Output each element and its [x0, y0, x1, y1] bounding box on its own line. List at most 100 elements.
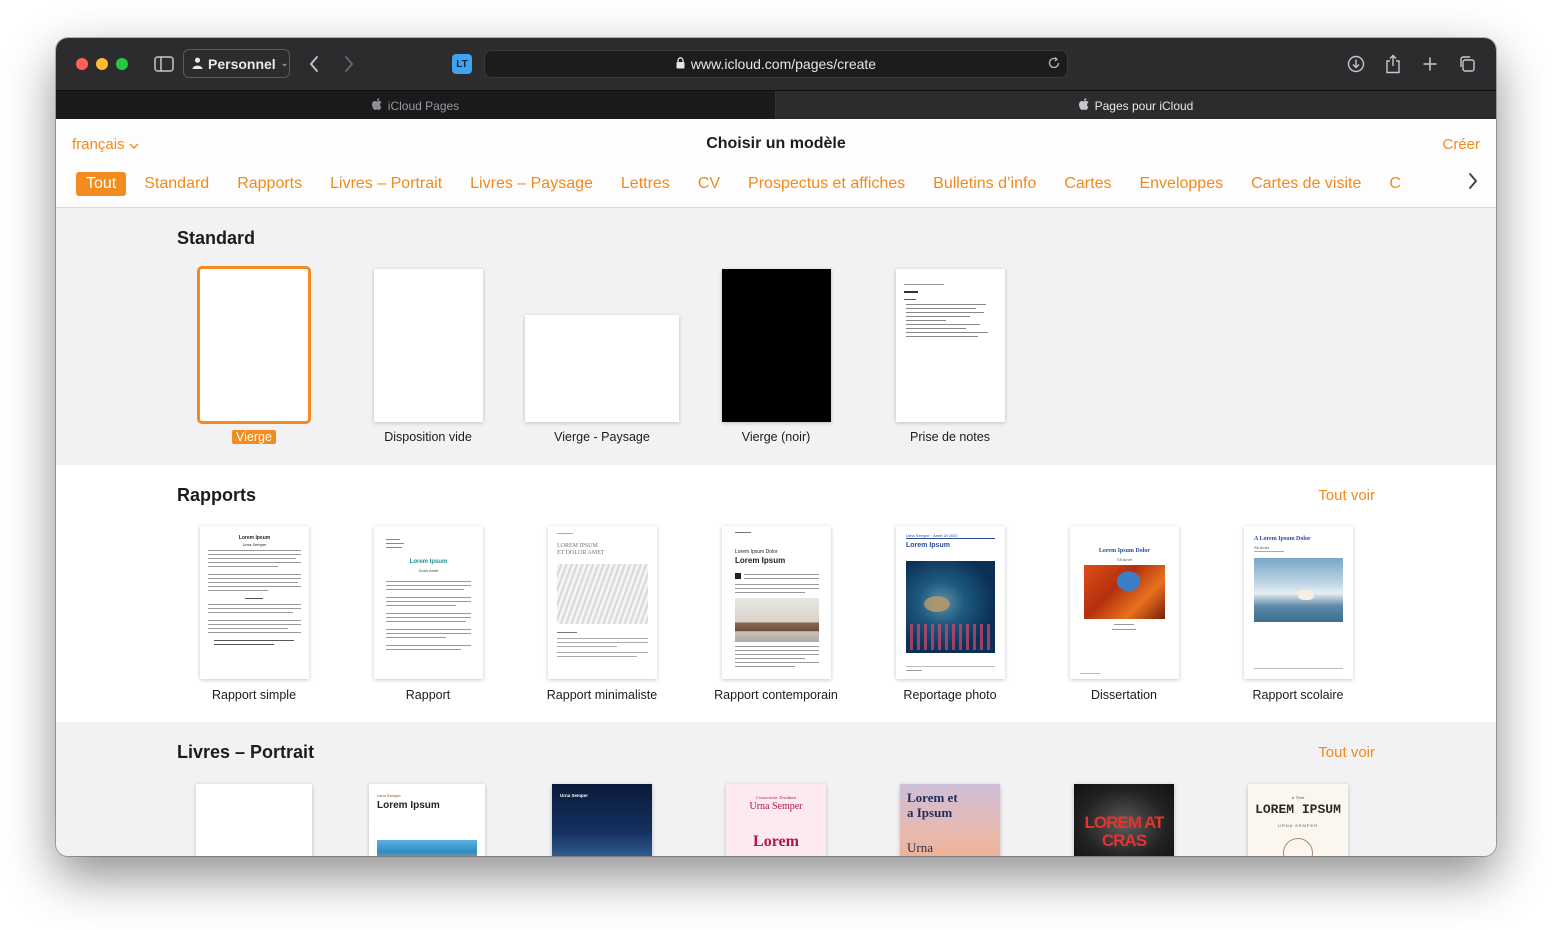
template-disposition-vide-thumbnail[interactable] [374, 269, 483, 422]
chevron-right-icon[interactable] [1468, 173, 1478, 194]
tab-overview-icon[interactable] [1456, 52, 1478, 76]
category-tab-enveloppes[interactable]: Enveloppes [1129, 172, 1233, 196]
profile-switcher[interactable]: Personnel ⌄ [183, 49, 290, 78]
category-tab-cv[interactable]: CV [688, 172, 730, 196]
share-icon[interactable] [1382, 52, 1404, 76]
template-label: Prise de notes [910, 430, 990, 444]
thumb-title: LOREM IPSUM [1255, 802, 1341, 817]
new-tab-icon[interactable] [1419, 52, 1441, 76]
close-window-button[interactable] [76, 58, 88, 70]
downloads-icon[interactable] [1345, 52, 1367, 76]
section-title: Livres – Portrait [177, 742, 315, 762]
category-tab-truncated[interactable]: C [1379, 172, 1411, 196]
template-label: Vierge - Paysage [554, 430, 650, 444]
thumb-title: Urna Semper [560, 793, 589, 798]
template-label: Disposition vide [384, 430, 472, 444]
template-reportage-photo-thumbnail[interactable]: Urna Semper · Amet Ut 2020 Lorem Ipsum [896, 526, 1005, 679]
see-all-rapports-link[interactable]: Tout voir [1318, 487, 1375, 504]
thumb-title: LOREM AT CRAS [1084, 813, 1165, 850]
book-template-1-thumbnail[interactable] [196, 784, 312, 856]
template-vierge-noir-thumbnail[interactable] [722, 269, 831, 422]
template-label: Rapport simple [211, 688, 297, 702]
book-template-4-thumbnail[interactable]: Consectetur Tincidunt Urna Semper Lorem [726, 784, 826, 856]
sidebar-toggle-icon[interactable] [152, 52, 176, 76]
reload-icon[interactable] [1047, 56, 1061, 73]
thumb-subtitle: Sit Amet [1254, 545, 1269, 550]
book-template-5-thumbnail[interactable]: Lorem et a Ipsum Urna [900, 784, 1000, 856]
template-label: Vierge [232, 430, 276, 444]
template-rapport-minimaliste-thumbnail[interactable]: LOREM IPSUM ET DOLOR AMET [548, 526, 657, 679]
template-label: Dissertation [1091, 688, 1157, 702]
tab-pages-pour-icloud[interactable]: Pages pour iCloud [776, 91, 1496, 120]
thumb-kicker: A Time [1291, 795, 1305, 800]
category-tabs: Tout Standard Rapports Livres – Portrait… [76, 171, 1456, 197]
thumb-subtitle: Dolor Amet [418, 568, 439, 573]
living-room-image [735, 598, 819, 642]
page-title: Choisir un modèle [706, 135, 846, 152]
thumb-big-title: Lorem [753, 833, 799, 850]
book-template-6-thumbnail[interactable]: LOREM AT CRAS [1074, 784, 1174, 856]
category-tab-rapports[interactable]: Rapports [227, 172, 312, 196]
template-rapport-thumbnail[interactable]: Lorem Ipsum Dolor Amet [374, 526, 483, 679]
lock-icon [676, 56, 685, 72]
tab-bar: iCloud Pages Pages pour iCloud [56, 90, 1496, 120]
template-vierge-thumbnail[interactable] [197, 266, 311, 424]
book-template-7-thumbnail[interactable]: A Time LOREM IPSUM URNA SEMPER [1248, 784, 1348, 856]
beach-image [377, 840, 477, 856]
category-tab-prospectus[interactable]: Prospectus et affiches [738, 172, 915, 196]
template-label: Rapport contemporain [714, 688, 838, 702]
book-template-2-thumbnail[interactable]: Urna Semper Lorem Ipsum [369, 784, 485, 856]
book-template-3-thumbnail[interactable]: Urna Semper [552, 784, 652, 856]
zoom-window-button[interactable] [116, 58, 128, 70]
profile-label: Personnel [208, 55, 276, 72]
category-tab-tout[interactable]: Tout [76, 172, 127, 196]
back-icon[interactable] [304, 52, 324, 76]
category-tab-cartes-de-visite[interactable]: Cartes de visite [1241, 172, 1371, 196]
tab-label: Pages pour iCloud [1094, 98, 1194, 113]
category-tab-cartes[interactable]: Cartes [1054, 172, 1121, 196]
template-rapport-scolaire-thumbnail[interactable]: A Lorem Ipsum Dolor Sit Amet [1244, 526, 1353, 679]
thumb-title: Urna Semper [749, 801, 803, 812]
tab-icloud-pages[interactable]: iCloud Pages [56, 91, 776, 120]
template-gallery: Standard Vierge Disposition vide Vierge … [56, 208, 1496, 856]
minimize-window-button[interactable] [96, 58, 108, 70]
thumb-title: A Lorem Ipsum Dolor [1254, 536, 1311, 542]
languagetool-extension-icon[interactable]: LT [452, 54, 472, 74]
create-button[interactable]: Créer [1442, 136, 1480, 153]
template-vierge-paysage-thumbnail[interactable] [525, 315, 679, 422]
person-icon [192, 56, 203, 72]
thumb-subtitle: Lorem Ipsum Dolor [735, 549, 778, 555]
thumb-kicker: Consectetur Tincidunt [756, 795, 796, 800]
browser-window: Personnel ⌄ LT www.icloud.com/pages/crea… [56, 38, 1496, 856]
forward-icon[interactable] [339, 52, 359, 76]
template-dissertation-thumbnail[interactable]: Lorem Ipsum Dolor Sit Amet [1070, 526, 1179, 679]
polar-bear-image [1254, 558, 1343, 622]
section-title: Standard [177, 228, 256, 248]
apple-icon [1078, 98, 1089, 113]
thumb-subtitle: Urna Semper [242, 542, 267, 547]
chevron-down-icon: ⌄ [280, 58, 289, 68]
category-tab-standard[interactable]: Standard [134, 172, 219, 196]
address-bar[interactable]: www.icloud.com/pages/create [484, 50, 1068, 78]
url-text: www.icloud.com/pages/create [690, 56, 877, 72]
see-all-livres-link[interactable]: Tout voir [1318, 744, 1375, 761]
category-tab-livres-portrait[interactable]: Livres – Portrait [320, 172, 452, 196]
thumb-kicker: Urna Semper [377, 793, 401, 798]
thumb-heading: ET DOLOR AMET [557, 550, 605, 556]
thumb-title: Lorem Ipsum [735, 556, 786, 565]
thumb-title: Lorem Ipsum Dolor [1098, 548, 1151, 554]
thumb-title: Lorem Ipsum [906, 542, 950, 549]
category-tab-lettres[interactable]: Lettres [611, 172, 680, 196]
category-tab-bulletins[interactable]: Bulletins d’info [923, 172, 1046, 196]
template-label: Rapport scolaire [1252, 688, 1344, 702]
section-standard: Standard Vierge Disposition vide Vierge … [56, 208, 1496, 465]
template-prise-de-notes-thumbnail[interactable] [896, 269, 1005, 422]
thumb-title: Lorem Ipsum [377, 800, 440, 811]
red-canyon-image [1084, 565, 1165, 619]
template-rapport-contemporain-thumbnail[interactable]: Lorem Ipsum Dolor Lorem Ipsum [722, 526, 831, 679]
thumb-subtitle: URNA SEMPER [1277, 823, 1319, 828]
template-rapport-simple-thumbnail[interactable]: Lorem Ipsum Urna Semper [200, 526, 309, 679]
category-tab-livres-paysage[interactable]: Livres – Paysage [460, 172, 603, 196]
apple-icon [371, 98, 382, 113]
section-title: Rapports [177, 485, 257, 505]
